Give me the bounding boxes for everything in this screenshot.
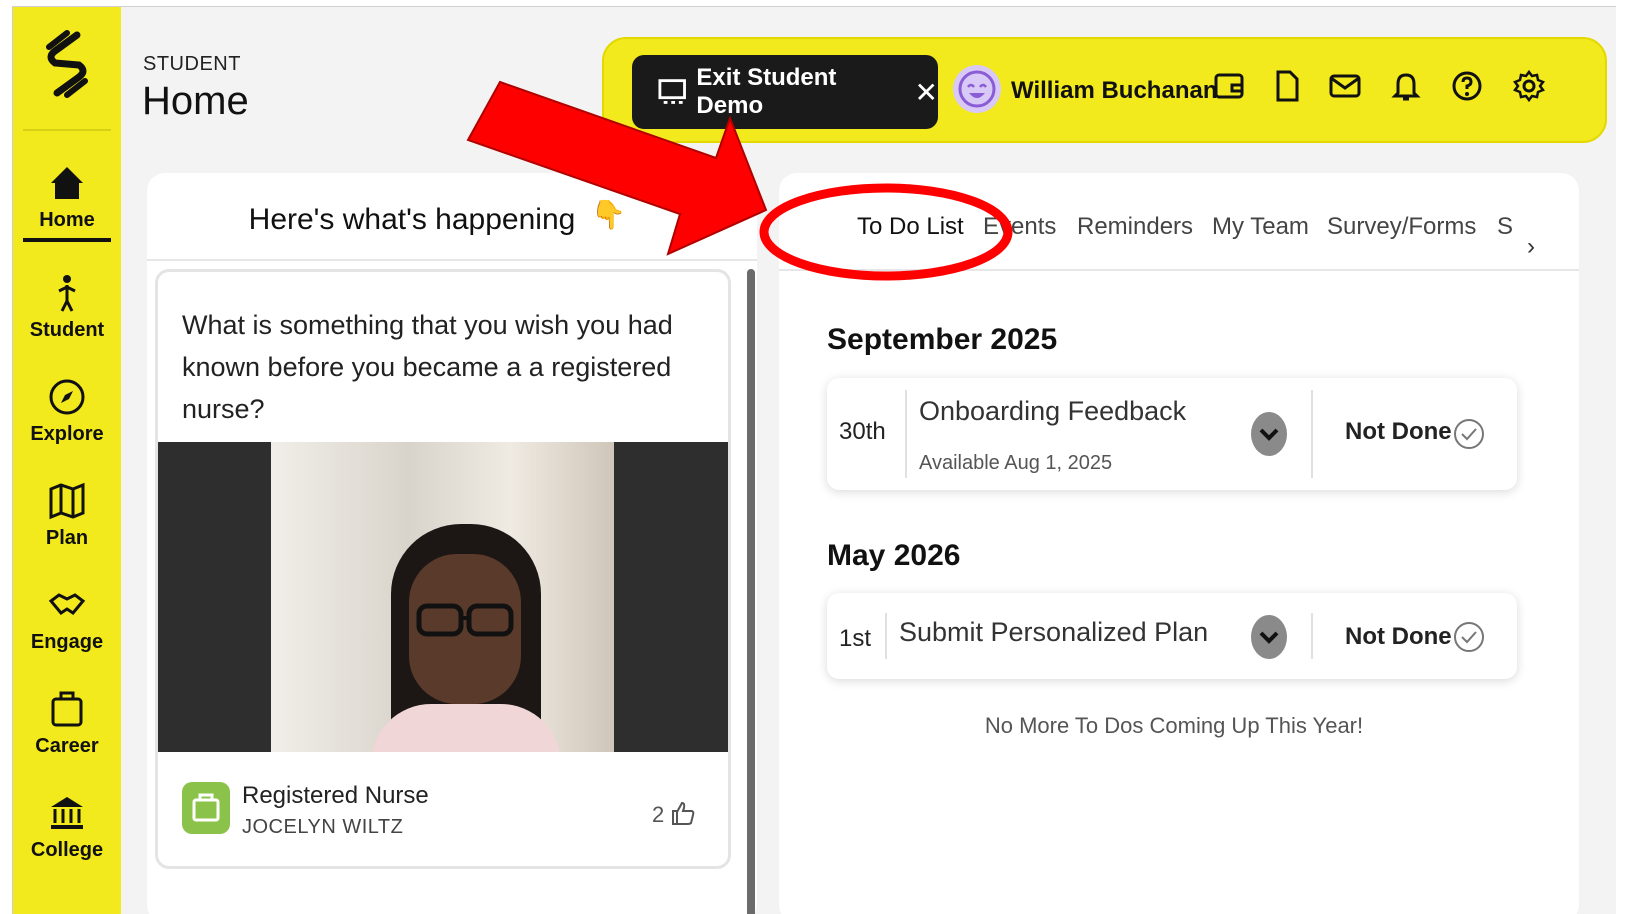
sidebar-item-label: Explore bbox=[30, 423, 104, 445]
sidebar: Home Student Explore Plan Engage Career … bbox=[13, 7, 121, 914]
month-heading: May 2026 bbox=[827, 539, 961, 572]
status-label: Not Done bbox=[1345, 418, 1452, 445]
sidebar-item-student[interactable]: Student bbox=[13, 273, 121, 342]
todo-day: 30th bbox=[839, 418, 886, 445]
breadcrumb: STUDENT bbox=[143, 53, 241, 75]
page-title: Home bbox=[142, 79, 249, 123]
sidebar-item-home[interactable]: Home bbox=[13, 163, 121, 242]
sidebar-item-label: Plan bbox=[45, 527, 89, 549]
tab-partial[interactable]: S bbox=[1497, 213, 1513, 241]
status-label: Not Done bbox=[1345, 623, 1452, 650]
wallet-icon[interactable] bbox=[1212, 69, 1246, 103]
briefcase-icon bbox=[182, 782, 230, 834]
help-icon[interactable] bbox=[1450, 69, 1484, 103]
chevron-right-icon[interactable]: › bbox=[1527, 233, 1535, 261]
author-name: JOCELYN WILTZ bbox=[242, 816, 404, 838]
todo-day: 1st bbox=[839, 625, 872, 652]
document-icon[interactable] bbox=[1270, 69, 1304, 103]
todo-item[interactable]: 1st Submit Personalized Plan Not Done bbox=[827, 593, 1517, 679]
tab-events[interactable]: Events bbox=[983, 213, 1056, 241]
tab-reminders[interactable]: Reminders bbox=[1077, 213, 1193, 241]
presentation-icon bbox=[658, 79, 686, 104]
todo-panel: To Do List Events Reminders My Team Surv… bbox=[779, 173, 1579, 914]
sidebar-item-engage[interactable]: Engage bbox=[13, 585, 121, 654]
bell-icon[interactable] bbox=[1389, 69, 1423, 103]
briefcase-icon bbox=[51, 691, 83, 727]
todo-title: Submit Personalized Plan bbox=[899, 617, 1209, 647]
todo-subtitle: Available Aug 1, 2025 bbox=[919, 452, 1113, 474]
panel-divider bbox=[147, 259, 757, 261]
sidebar-item-explore[interactable]: Explore bbox=[13, 377, 121, 446]
handshake-icon bbox=[48, 593, 86, 615]
question-card[interactable]: What is something that you wish you had … bbox=[155, 269, 731, 869]
app-window: Home Student Explore Plan Engage Career … bbox=[12, 6, 1616, 914]
sidebar-item-college[interactable]: College bbox=[13, 793, 121, 862]
pointing-hand-icon: 👇 bbox=[591, 199, 626, 230]
video-thumbnail bbox=[271, 442, 614, 752]
check-circle-icon[interactable] bbox=[1453, 621, 1485, 653]
tab-to-do-list[interactable]: To Do List bbox=[857, 213, 964, 241]
sidebar-item-label: Engage bbox=[30, 631, 104, 653]
sidebar-item-label: College bbox=[30, 839, 104, 861]
happening-panel: Here's what's happening 👇 What is someth… bbox=[147, 173, 757, 914]
sidebar-item-label: Home bbox=[39, 209, 95, 231]
month-heading: September 2025 bbox=[827, 323, 1058, 356]
app-logo[interactable] bbox=[37, 29, 97, 99]
todo-title: Onboarding Feedback bbox=[919, 396, 1187, 426]
mail-icon[interactable] bbox=[1328, 69, 1362, 103]
scrollbar[interactable] bbox=[747, 269, 755, 914]
todo-item[interactable]: 30th Onboarding Feedback Available Aug 1… bbox=[827, 378, 1517, 490]
top-bar: Exit Student Demo ✕ William Buchanan bbox=[602, 37, 1607, 143]
map-icon bbox=[49, 482, 85, 520]
exit-demo-label: Exit Student Demo bbox=[696, 64, 837, 119]
close-icon: ✕ bbox=[914, 76, 938, 108]
chevron-down-icon[interactable] bbox=[1251, 615, 1287, 659]
home-icon bbox=[51, 167, 83, 199]
sidebar-item-career[interactable]: Career bbox=[13, 689, 121, 758]
tab-survey-forms[interactable]: Survey/Forms bbox=[1327, 213, 1476, 241]
like-count: 2 bbox=[652, 802, 665, 827]
sidebar-item-plan[interactable]: Plan bbox=[13, 481, 121, 550]
avatar[interactable] bbox=[953, 65, 1001, 113]
thumbs-up-icon bbox=[672, 801, 695, 825]
compass-icon bbox=[49, 379, 85, 415]
bank-icon bbox=[51, 797, 83, 829]
sidebar-divider bbox=[23, 129, 111, 131]
user-name[interactable]: William Buchanan bbox=[1011, 77, 1217, 105]
chevron-down-icon[interactable] bbox=[1251, 412, 1287, 456]
tab-my-team[interactable]: My Team bbox=[1212, 213, 1309, 241]
video-player[interactable] bbox=[158, 442, 728, 752]
job-title: Registered Nurse bbox=[242, 782, 429, 809]
empty-message: No More To Dos Coming Up This Year! bbox=[984, 713, 1364, 738]
check-circle-icon[interactable] bbox=[1453, 418, 1485, 450]
exit-student-demo-button[interactable]: Exit Student Demo ✕ bbox=[632, 55, 938, 129]
gear-icon[interactable] bbox=[1512, 69, 1546, 103]
sidebar-item-label: Career bbox=[35, 735, 99, 757]
question-text: What is something that you wish you had … bbox=[182, 310, 673, 424]
sidebar-item-label: Student bbox=[29, 319, 105, 341]
student-icon bbox=[58, 275, 76, 312]
tabs-divider bbox=[779, 269, 1579, 271]
like-button[interactable]: 2 bbox=[652, 800, 696, 828]
